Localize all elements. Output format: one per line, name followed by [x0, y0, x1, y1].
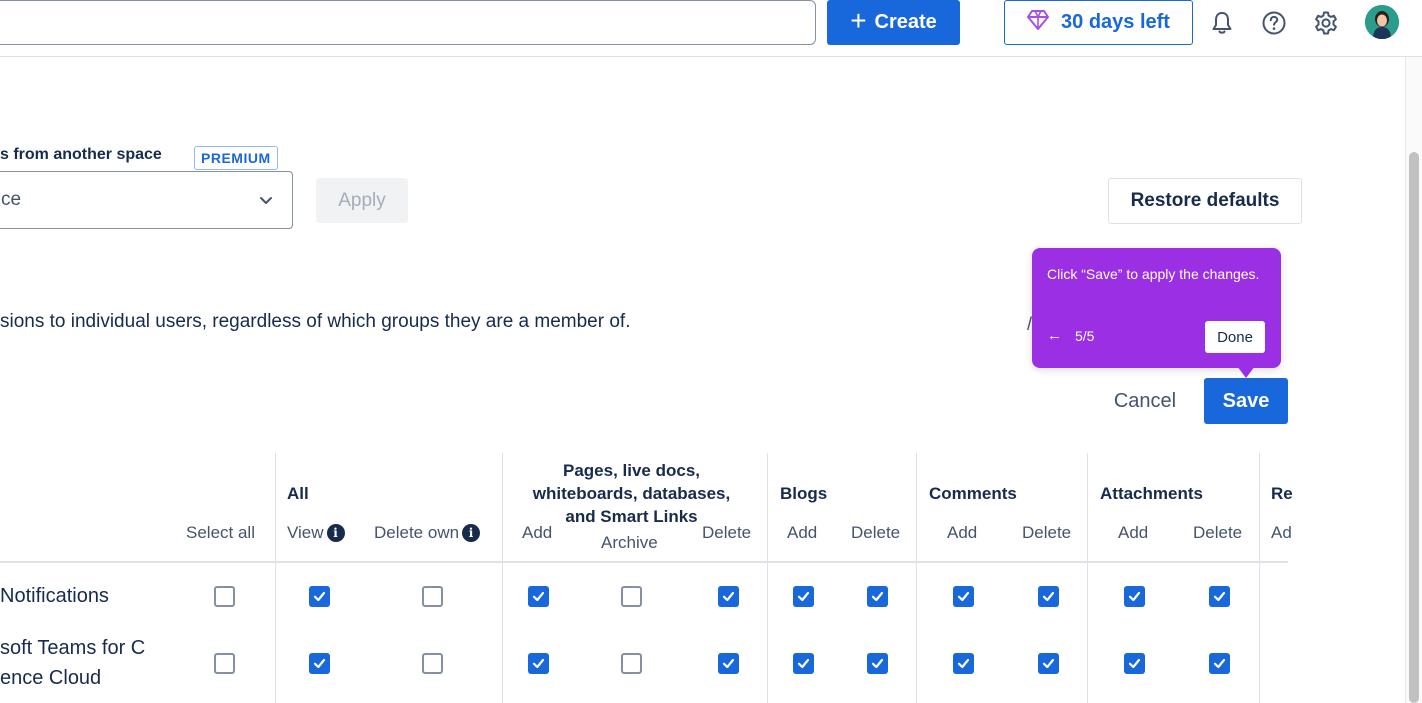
- checkbox-comments-delete[interactable]: [1038, 586, 1059, 607]
- col-select-all: Select all: [186, 523, 255, 543]
- col-blogs-add-label: Add: [787, 523, 818, 542]
- group-header-attachments: Attachments: [1100, 484, 1203, 503]
- group-header-restrictions: Re: [1271, 484, 1293, 503]
- trial-label: 30 days left: [1061, 11, 1170, 33]
- tooltip-text: Click “Save” to apply the changes.: [1047, 266, 1260, 282]
- create-button[interactable]: + Create: [827, 0, 960, 45]
- checkbox-delete-own[interactable]: [422, 653, 443, 674]
- col-view-label: View: [287, 523, 324, 542]
- checkbox-pages-archive[interactable]: [621, 653, 642, 674]
- col-pages-delete: Delete: [702, 523, 751, 543]
- group-header-comments: Comments: [929, 484, 1017, 503]
- bell-icon[interactable]: [1207, 8, 1237, 38]
- col-attachments-add-label: Add: [1118, 523, 1149, 542]
- row-name-line: Notifications: [0, 585, 109, 607]
- chevron-down-icon: [258, 192, 274, 214]
- checkbox-blogs-add[interactable]: [793, 586, 814, 607]
- help-icon[interactable]: [1259, 8, 1289, 38]
- col-pages-archive-label: Archive: [601, 533, 658, 552]
- space-select-value: ce: [1, 189, 22, 210]
- col-attachments-delete: Delete: [1193, 523, 1242, 543]
- plus-icon: +: [850, 5, 867, 36]
- search-input[interactable]: [0, 0, 816, 45]
- page-scrollbar-thumb[interactable]: [1409, 152, 1419, 703]
- column-divider: [275, 453, 276, 703]
- column-divider: [1259, 453, 1260, 703]
- col-delete-own: Delete own i: [374, 523, 481, 543]
- cancel-button[interactable]: Cancel: [1097, 378, 1193, 424]
- col-attachments-add: Add: [1118, 523, 1148, 543]
- group-header-pages: Pages, live docs, whiteboards, databases…: [503, 459, 760, 528]
- tooltip-pointer: [1237, 366, 1255, 378]
- checkbox-view[interactable]: [309, 653, 330, 674]
- col-attachments-delete-label: Delete: [1193, 523, 1243, 542]
- create-button-label: Create: [874, 11, 937, 33]
- checkbox-select-all[interactable]: [214, 653, 235, 674]
- avatar[interactable]: [1365, 5, 1399, 39]
- tooltip-step-counter: 5/5: [1075, 328, 1095, 344]
- group-header-all: All: [287, 484, 309, 503]
- apply-button[interactable]: Apply: [316, 178, 408, 223]
- col-restrictions-add: Ad: [1271, 523, 1292, 543]
- col-comments-delete-label: Delete: [1022, 523, 1072, 542]
- col-pages-add-label: Add: [522, 523, 553, 542]
- back-arrow-icon[interactable]: ←: [1047, 327, 1062, 344]
- checkbox-select-all[interactable]: [214, 586, 235, 607]
- col-comments-add-label: Add: [947, 523, 978, 542]
- checkbox-pages-add[interactable]: [528, 653, 549, 674]
- column-divider: [916, 453, 917, 703]
- checkbox-comments-add[interactable]: [953, 586, 974, 607]
- top-navigation-bar: + Create 30 days left: [0, 0, 1422, 57]
- row-name-line: ence Cloud: [0, 667, 102, 689]
- restore-defaults-button[interactable]: Restore defaults: [1108, 178, 1302, 224]
- column-divider: [767, 453, 768, 703]
- copy-from-space-label: s from another space: [0, 146, 162, 163]
- col-restrictions-add-label: Ad: [1271, 523, 1292, 542]
- checkbox-pages-archive[interactable]: [621, 586, 642, 607]
- checkbox-comments-add[interactable]: [953, 653, 974, 674]
- col-comments-delete: Delete: [1022, 523, 1071, 543]
- checkbox-pages-delete[interactable]: [718, 653, 739, 674]
- col-blogs-delete: Delete: [851, 523, 900, 543]
- checkbox-view[interactable]: [309, 586, 330, 607]
- col-view: View i: [287, 523, 345, 543]
- group-header-pages-line: whiteboards, databases,: [532, 484, 731, 503]
- col-delete-own-label: Delete own: [374, 523, 460, 542]
- checkbox-pages-add[interactable]: [528, 586, 549, 607]
- checkbox-blogs-add[interactable]: [793, 653, 814, 674]
- col-comments-add: Add: [947, 523, 977, 543]
- col-blogs-add: Add: [787, 523, 817, 543]
- col-pages-add: Add: [522, 523, 552, 543]
- header-divider: [0, 561, 1288, 563]
- checkbox-pages-delete[interactable]: [718, 586, 739, 607]
- column-divider: [1087, 453, 1088, 703]
- gear-icon[interactable]: [1311, 8, 1341, 38]
- col-select-all-label: Select all: [186, 523, 255, 542]
- checkbox-comments-delete[interactable]: [1038, 653, 1059, 674]
- col-pages-delete-label: Delete: [702, 523, 752, 542]
- checkbox-attachments-delete[interactable]: [1209, 586, 1230, 607]
- info-icon[interactable]: i: [462, 524, 481, 542]
- row-name-line: soft Teams for C: [0, 637, 146, 659]
- info-icon[interactable]: i: [326, 524, 345, 542]
- space-select-dropdown[interactable]: ce: [0, 171, 293, 229]
- section-description: sions to individual users, regardless of…: [0, 311, 631, 332]
- diamond-icon: [1027, 9, 1050, 36]
- checkbox-blogs-delete[interactable]: [867, 586, 888, 607]
- row-name-notifications: Notifications: [0, 581, 109, 611]
- save-button[interactable]: Save: [1204, 378, 1288, 424]
- checkbox-delete-own[interactable]: [422, 586, 443, 607]
- checkbox-attachments-add[interactable]: [1124, 586, 1145, 607]
- checkbox-blogs-delete[interactable]: [867, 653, 888, 674]
- trial-days-left-button[interactable]: 30 days left: [1004, 0, 1193, 45]
- row-name-teams: soft Teams for C ence Cloud: [0, 633, 145, 693]
- group-header-blogs: Blogs: [780, 484, 828, 503]
- group-header-pages-line: Pages, live docs,: [562, 461, 700, 480]
- checkbox-attachments-delete[interactable]: [1209, 653, 1230, 674]
- tooltip-done-button[interactable]: Done: [1205, 321, 1265, 353]
- checkbox-attachments-add[interactable]: [1124, 653, 1145, 674]
- col-pages-archive: Archive: [601, 533, 658, 553]
- col-blogs-delete-label: Delete: [851, 523, 901, 542]
- premium-badge: PREMIUM: [194, 146, 278, 170]
